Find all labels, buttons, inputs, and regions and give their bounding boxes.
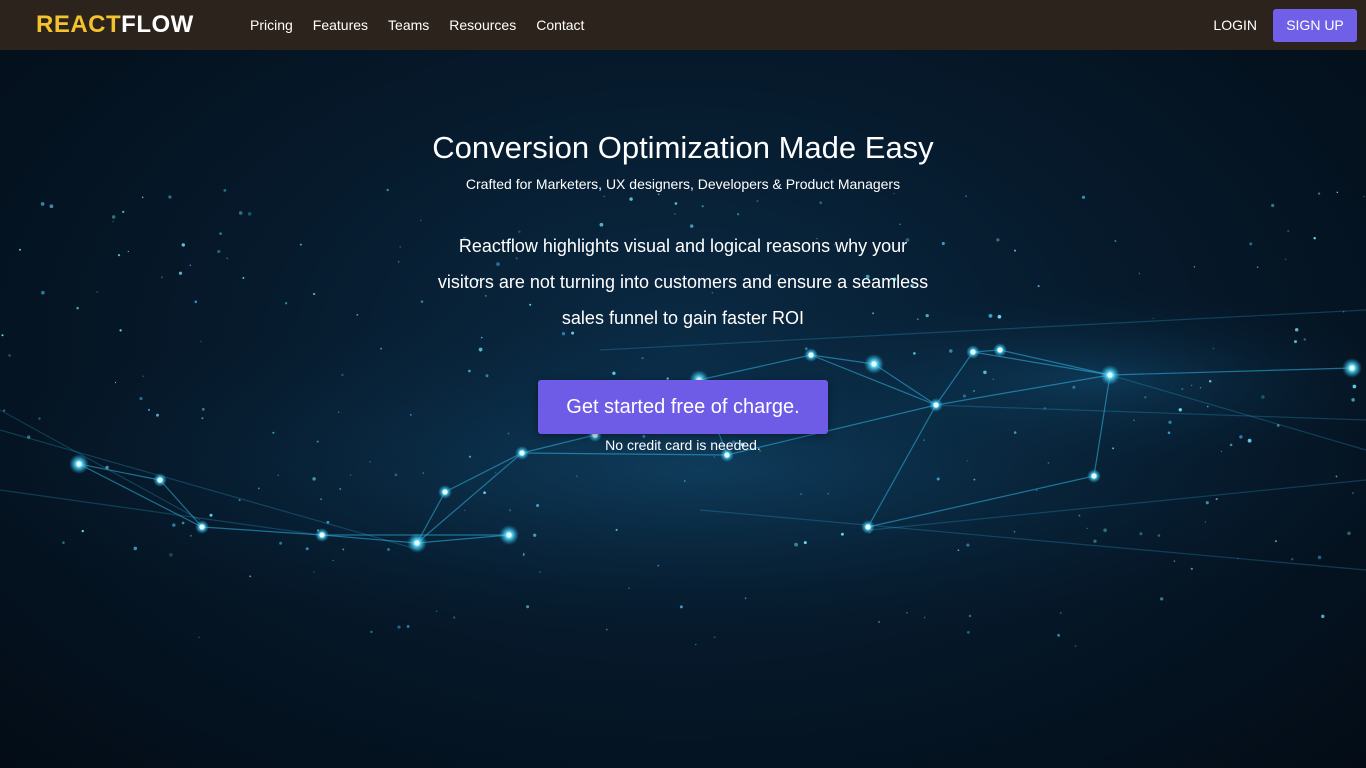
nav-link-pricing[interactable]: Pricing — [250, 17, 293, 33]
nav-link-resources[interactable]: Resources — [449, 17, 516, 33]
top-navbar: REACTFLOW Pricing Features Teams Resourc… — [0, 0, 1366, 50]
nav-auth: LOGIN SIGN UP — [1213, 0, 1357, 50]
no-credit-card-note: No credit card is needed. — [605, 437, 761, 453]
signup-button[interactable]: SIGN UP — [1273, 8, 1357, 42]
nav-link-features[interactable]: Features — [313, 17, 368, 33]
hero-subtitle: Crafted for Marketers, UX designers, Dev… — [465, 176, 901, 192]
nav-link-contact[interactable]: Contact — [536, 17, 584, 33]
nav-links: Pricing Features Teams Resources Contact — [250, 0, 604, 50]
hero-section: Conversion Optimization Made Easy Crafte… — [0, 50, 1366, 768]
nav-link-teams[interactable]: Teams — [388, 17, 429, 33]
hero-description: Reactflow highlights visual and logical … — [437, 236, 929, 328]
logo-flow-text: FLOW — [121, 11, 194, 38]
get-started-button[interactable]: Get started free of charge. — [538, 380, 828, 434]
logo-react-text: REACT — [36, 11, 122, 38]
reactflow-logo[interactable]: REACTFLOW — [36, 11, 194, 39]
login-link[interactable]: LOGIN — [1213, 17, 1257, 33]
hero-title: Conversion Optimization Made Easy — [432, 130, 934, 165]
landing-page: REACTFLOW Pricing Features Teams Resourc… — [0, 0, 1366, 768]
